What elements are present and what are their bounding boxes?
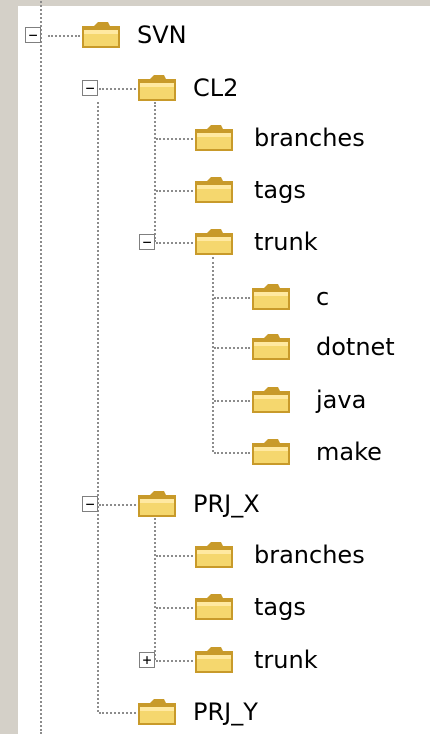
tree-item-label: branches <box>254 124 365 152</box>
expand-toggle[interactable]: + <box>139 652 155 668</box>
tree-item[interactable]: − PRJ_X <box>0 484 430 524</box>
folder-icon <box>195 647 233 673</box>
folder-icon <box>252 334 290 360</box>
folder-icon <box>138 699 176 725</box>
collapse-toggle[interactable]: − <box>25 27 41 43</box>
tree-item[interactable]: − SVN <box>0 15 430 55</box>
folder-icon <box>195 177 233 203</box>
folder-icon <box>252 284 290 310</box>
tree-item[interactable]: − CL2 <box>0 68 430 108</box>
folder-icon <box>195 229 233 255</box>
tree-item-label: make <box>316 438 382 466</box>
tree-item-label: PRJ_Y <box>193 698 258 726</box>
tree-item-label: tags <box>254 176 306 204</box>
folder-icon <box>195 542 233 568</box>
tree-item-label: trunk <box>254 646 318 674</box>
folder-icon <box>195 594 233 620</box>
folder-icon <box>82 22 120 48</box>
tree-item[interactable]: java <box>0 380 430 420</box>
tree-item[interactable]: PRJ_Y <box>0 692 430 732</box>
collapse-toggle[interactable]: − <box>139 234 155 250</box>
folder-icon <box>195 125 233 151</box>
collapse-toggle[interactable]: − <box>82 496 98 512</box>
tree-item[interactable]: tags <box>0 587 430 627</box>
tree-item[interactable]: + trunk <box>0 640 430 680</box>
tree-item[interactable]: c <box>0 277 430 317</box>
tree-item[interactable]: dotnet <box>0 327 430 367</box>
tree-item[interactable]: branches <box>0 118 430 158</box>
folder-tree: − SVN − CL2 branches tags − trunk c dotnet java mak… <box>0 0 430 734</box>
tree-item-label: trunk <box>254 228 318 256</box>
folder-icon <box>138 491 176 517</box>
folder-icon <box>252 387 290 413</box>
tree-item[interactable]: branches <box>0 535 430 575</box>
tree-item-label: CL2 <box>193 74 239 102</box>
tree-item-label: c <box>316 283 330 311</box>
tree-item-label: tags <box>254 593 306 621</box>
folder-icon <box>138 75 176 101</box>
tree-item-label: PRJ_X <box>193 490 260 518</box>
tree-item[interactable]: tags <box>0 170 430 210</box>
tree-item-label: branches <box>254 541 365 569</box>
tree-item-label: SVN <box>137 21 187 49</box>
tree-item-label: dotnet <box>316 333 395 361</box>
collapse-toggle[interactable]: − <box>82 80 98 96</box>
tree-item[interactable]: make <box>0 432 430 472</box>
tree-item[interactable]: − trunk <box>0 222 430 262</box>
folder-icon <box>252 439 290 465</box>
tree-item-label: java <box>316 386 367 414</box>
